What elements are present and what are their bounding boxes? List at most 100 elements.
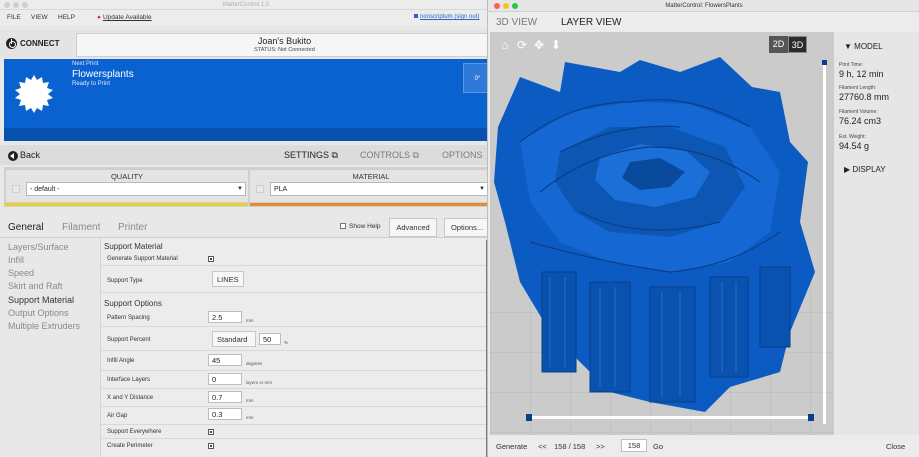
show-help-toggle[interactable]: Show Help xyxy=(340,223,380,230)
display-section-toggle[interactable]: ▶ DISPLAY xyxy=(844,165,886,174)
quality-edit-icon[interactable] xyxy=(12,185,20,193)
row-divider xyxy=(100,424,486,425)
home-icon[interactable]: ⌂ xyxy=(498,37,512,53)
support-everywhere-checkbox[interactable] xyxy=(208,429,214,435)
zoom-icon[interactable]: ⬇ xyxy=(549,37,563,53)
category-skirt-raft[interactable]: Skirt and Raft xyxy=(8,281,63,291)
category-layers-surface[interactable]: Layers/Surface xyxy=(8,242,69,252)
pattern-spacing-label: Pattern Spacing xyxy=(107,315,150,321)
layer-view-window: MatterControl: FlowersPlants 3D VIEW LAY… xyxy=(487,0,919,457)
layer-slider-handle-start[interactable] xyxy=(526,414,532,421)
move-icon[interactable]: ✥ xyxy=(532,37,546,53)
xy-distance-unit: mm xyxy=(246,398,254,403)
printer-status: STATUS: Not Connected xyxy=(254,47,315,53)
back-button[interactable]: Back xyxy=(8,148,40,162)
generate-button[interactable]: Generate xyxy=(496,442,527,451)
tab-settings[interactable]: SETTINGS ⧉ xyxy=(284,149,338,161)
layer-view-window-title: MatterControl: FlowersPlants xyxy=(665,3,743,9)
infill-angle-unit: degrees xyxy=(246,361,263,366)
popout-icon: ⧉ xyxy=(412,150,419,160)
view-3d-button[interactable]: 3D xyxy=(788,36,807,53)
advanced-button[interactable]: Advanced xyxy=(389,218,437,237)
est-weight-value: 94.54 g xyxy=(839,141,870,151)
user-icon xyxy=(414,14,418,19)
tab-layer-view[interactable]: LAYER VIEW xyxy=(561,16,621,29)
material-edit-icon[interactable] xyxy=(256,185,264,193)
category-speed[interactable]: Speed xyxy=(8,268,34,278)
tab-printer[interactable]: Printer xyxy=(118,222,147,233)
close-window-button[interactable]: Close xyxy=(886,442,905,451)
printer-name: Joan's Bukito xyxy=(257,36,312,46)
category-infill[interactable]: Infill xyxy=(8,255,24,265)
layer-slider-handle-top[interactable] xyxy=(822,60,827,65)
support-percent-label: Support Percent xyxy=(107,337,151,343)
menu-help[interactable]: HELP xyxy=(58,14,75,21)
quality-select[interactable]: - default - ▼ xyxy=(26,182,246,196)
infill-angle-input[interactable]: 45 xyxy=(208,354,242,366)
tab-general[interactable]: General xyxy=(8,222,44,233)
tab-3d-view[interactable]: 3D VIEW xyxy=(496,16,537,29)
create-perimeter-checkbox[interactable] xyxy=(208,443,214,449)
material-select-value: PLA xyxy=(274,186,288,193)
connect-button[interactable]: CONNECT xyxy=(6,36,60,52)
layer-slider-handle-end[interactable] xyxy=(808,414,814,421)
layer-range-slider-horizontal[interactable] xyxy=(526,416,814,419)
material-select[interactable]: PLA ▼ xyxy=(270,182,488,196)
air-gap-input[interactable]: 0.3 xyxy=(208,408,242,420)
layer-counter: 158 / 158 xyxy=(554,442,586,451)
support-percent-mode-select[interactable]: Standard xyxy=(212,331,256,347)
main-titlebar: MatterControl 1.5 xyxy=(0,0,492,10)
interface-layers-unit: layers or mm xyxy=(246,380,273,385)
category-multiple-extruders[interactable]: Multiple Extruders xyxy=(8,321,80,331)
dropdown-caret-icon: ▼ xyxy=(479,186,485,192)
air-gap-unit: mm xyxy=(246,415,254,420)
material-column: MATERIAL PLA ▼ xyxy=(250,170,492,202)
support-type-select[interactable]: LINES xyxy=(212,271,244,287)
update-link[interactable]: ● Update Available xyxy=(97,14,152,21)
chevron-down-icon: ▼ xyxy=(844,42,852,51)
tab-options[interactable]: OPTIONS xyxy=(442,149,483,161)
tab-filament[interactable]: Filament xyxy=(62,222,100,233)
pattern-spacing-unit: mm xyxy=(246,318,254,323)
interface-layers-input[interactable]: 0 xyxy=(208,373,242,385)
material-header: MATERIAL xyxy=(352,172,390,181)
popout-icon: ⧉ xyxy=(331,150,338,160)
print-ready-status: Ready to Print xyxy=(72,81,111,87)
menu-view[interactable]: VIEW xyxy=(31,14,48,21)
part-thumbnail[interactable] xyxy=(14,74,54,114)
printer-selector[interactable]: Joan's Bukito STATUS: Not Connected xyxy=(76,33,492,57)
air-gap-label: Air Gap xyxy=(107,413,128,419)
show-help-checkbox[interactable] xyxy=(340,223,346,230)
main-window: MatterControl 1.5 FILE VIEW HELP ● Update… xyxy=(0,0,492,457)
back-label: Back xyxy=(20,150,41,160)
go-button[interactable]: Go xyxy=(653,442,663,451)
user-link[interactable]: nonscriptum (sign out) xyxy=(414,14,479,20)
xy-distance-input[interactable]: 0.7 xyxy=(208,391,242,403)
layer-viewport[interactable]: ⌂ ⟳ ✥ ⬇ 2D 3D xyxy=(490,32,834,435)
support-everywhere-label: Support Everywhere xyxy=(107,429,162,435)
power-icon xyxy=(6,38,17,50)
generate-support-checkbox[interactable] xyxy=(208,256,214,262)
view-tab-bar: 3D VIEW LAYER VIEW xyxy=(488,12,919,32)
support-percent-unit: % xyxy=(284,340,289,345)
category-output-options[interactable]: Output Options xyxy=(8,308,69,318)
print-time-value: 9 h, 12 min xyxy=(839,69,884,79)
tab-controls[interactable]: CONTROLS ⧉ xyxy=(360,149,419,161)
model-section-toggle[interactable]: ▼ MODEL xyxy=(844,42,883,51)
menu-file[interactable]: FILE xyxy=(7,14,21,21)
back-arrow-icon xyxy=(8,150,18,161)
category-support-material[interactable]: Support Material xyxy=(8,295,74,305)
layer-range-slider-vertical[interactable] xyxy=(823,60,826,424)
support-percent-input[interactable]: 50 xyxy=(259,333,281,345)
row-divider xyxy=(100,265,486,266)
layer-number-input[interactable]: 158 xyxy=(621,439,647,452)
generate-support-label: Generate Support Material xyxy=(107,256,178,262)
options-button[interactable]: Options... xyxy=(444,218,490,237)
filament-length-value: 27760.8 mm xyxy=(839,92,890,102)
previous-layer-button[interactable]: << xyxy=(538,442,547,451)
rotate-icon[interactable]: ⟳ xyxy=(515,37,529,53)
tab-controls-label: CONTROLS xyxy=(360,150,411,160)
view-2d-button[interactable]: 2D xyxy=(769,36,788,53)
pattern-spacing-input[interactable]: 2.5 xyxy=(208,311,242,323)
next-layer-button[interactable]: >> xyxy=(596,442,605,451)
